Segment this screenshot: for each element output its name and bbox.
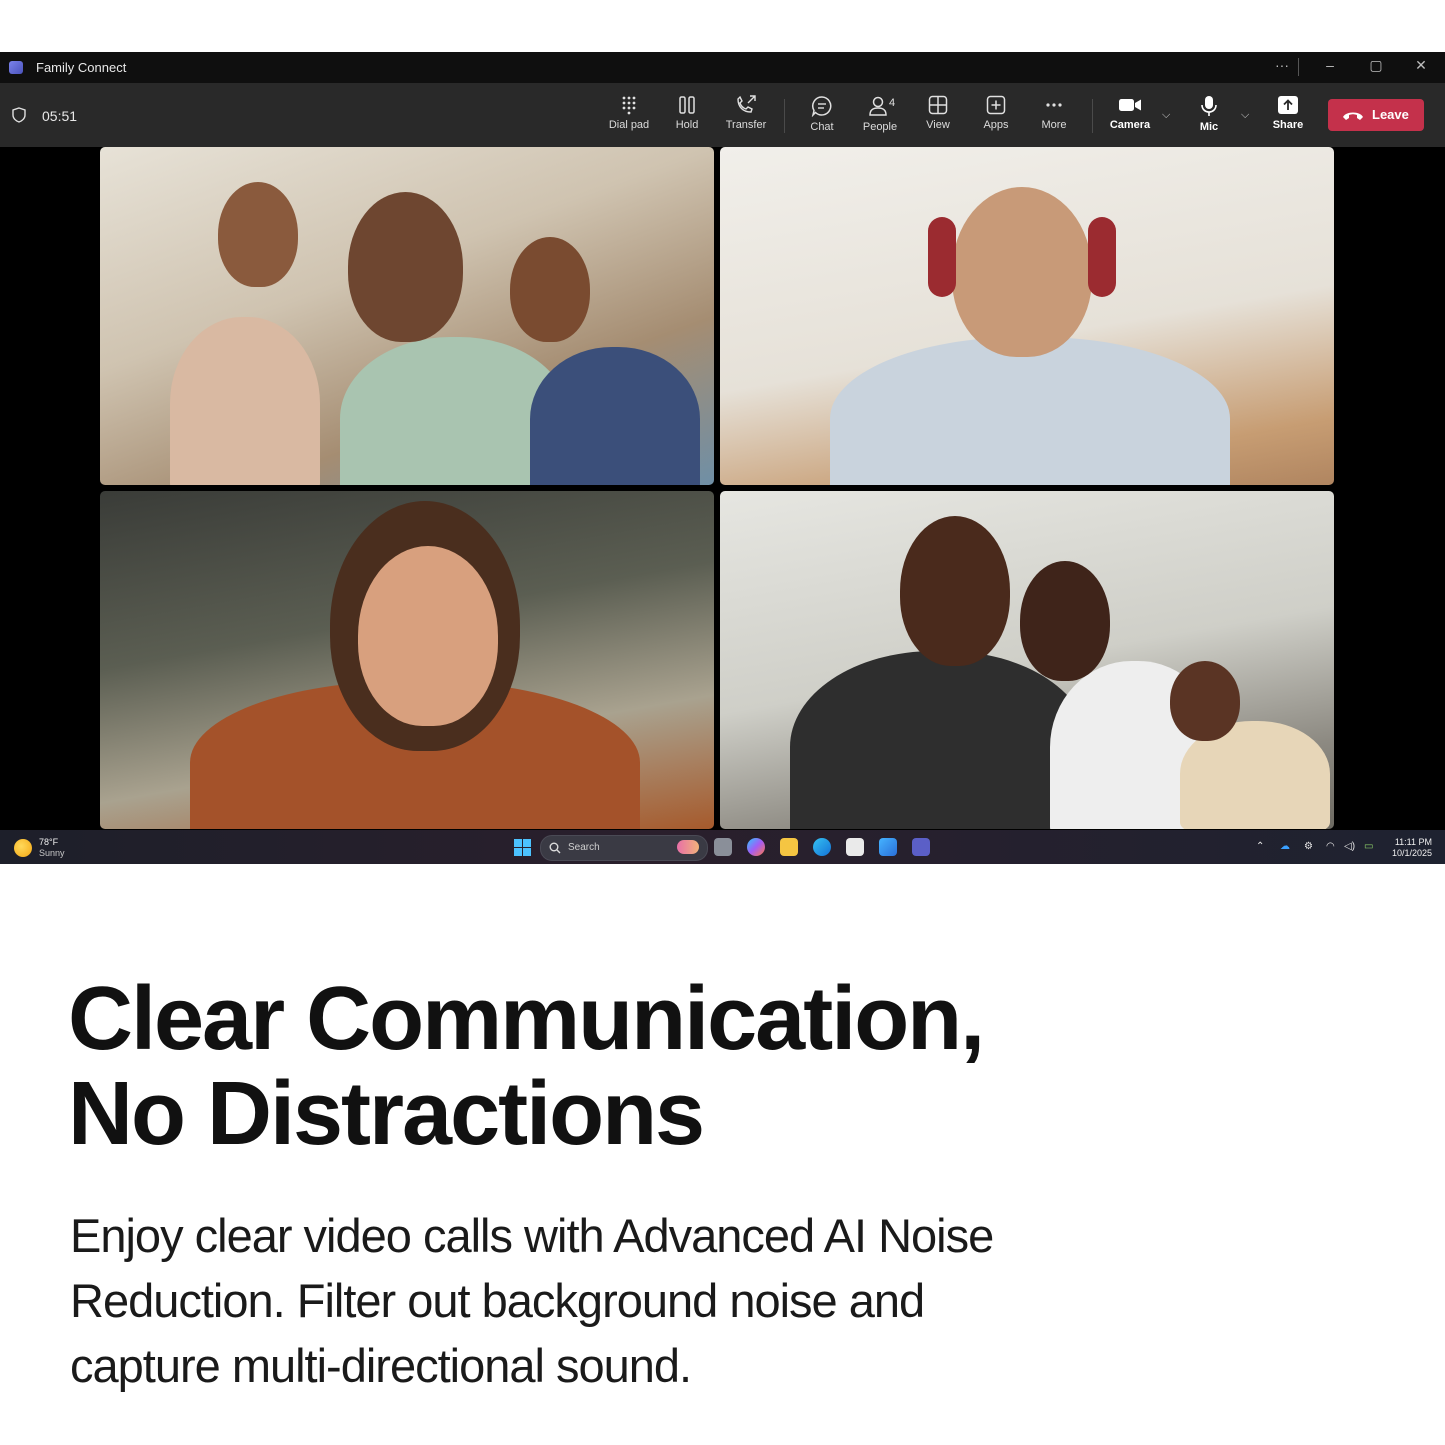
chat-icon xyxy=(811,96,832,117)
share-icon xyxy=(1278,96,1298,114)
more-icon xyxy=(1046,103,1062,107)
app-logo-icon xyxy=(9,61,23,74)
video-stage xyxy=(0,147,1445,830)
copilot-icon[interactable] xyxy=(747,838,765,856)
mic-button[interactable]: Mic xyxy=(1180,95,1238,139)
people-icon xyxy=(869,96,887,116)
leave-label: Leave xyxy=(1372,107,1409,122)
meeting-toolbar: 05:51 Dial pad Hold Transfer Chat 4 Peop… xyxy=(0,83,1445,147)
dialpad-icon xyxy=(622,96,636,115)
more-button[interactable]: More xyxy=(1025,95,1083,139)
transfer-button[interactable]: Transfer xyxy=(717,95,775,139)
weather-temperature[interactable]: 78°F xyxy=(39,837,58,847)
meeting-timer: 05:51 xyxy=(42,108,78,124)
more-options-icon[interactable]: ··· xyxy=(1270,57,1294,73)
chat-label: Chat xyxy=(810,121,834,133)
toolbar-divider xyxy=(784,99,785,133)
camera-options-chevron-down-icon[interactable]: ⌵ xyxy=(1162,109,1170,122)
transfer-label: Transfer xyxy=(725,119,767,131)
description-line: capture multi-directional sound. xyxy=(70,1339,692,1392)
search-placeholder: Search xyxy=(568,842,600,853)
hold-icon xyxy=(679,96,695,114)
file-explorer-icon[interactable] xyxy=(780,838,798,856)
mic-icon xyxy=(1201,96,1217,116)
headline-line: Clear Communication, xyxy=(68,969,985,1069)
share-button[interactable]: Share xyxy=(1259,95,1317,139)
minimize-icon[interactable]: – xyxy=(1318,57,1342,73)
hold-label: Hold xyxy=(675,119,699,131)
weather-sun-icon[interactable] xyxy=(14,839,32,857)
hold-button[interactable]: Hold xyxy=(658,95,716,139)
title-bar: Family Connect ··· – ▢ ✕ xyxy=(0,52,1445,83)
mic-options-chevron-down-icon[interactable]: ⌵ xyxy=(1241,109,1249,122)
toolbar-divider xyxy=(1092,99,1093,133)
people-count: 4 xyxy=(889,97,896,109)
view-icon xyxy=(928,95,948,115)
video-tile-woman[interactable] xyxy=(100,491,714,829)
headline: Clear Communication, No Distractions xyxy=(68,972,1368,1162)
video-tile-couple-baby[interactable] xyxy=(720,491,1334,829)
store-icon[interactable] xyxy=(846,838,864,856)
onedrive-icon[interactable]: ☁ xyxy=(1280,841,1290,852)
apps-icon xyxy=(986,95,1006,115)
shield-icon xyxy=(12,107,26,123)
mic-label: Mic xyxy=(1199,121,1219,133)
video-tile-family[interactable] xyxy=(100,147,714,485)
more-label: More xyxy=(1041,119,1067,131)
camera-label: Camera xyxy=(1109,119,1151,131)
app-icon[interactable] xyxy=(879,838,897,856)
view-label: View xyxy=(926,119,950,131)
participant-video xyxy=(100,147,714,485)
close-icon[interactable]: ✕ xyxy=(1409,57,1433,74)
screen: Family Connect ··· – ▢ ✕ 05:51 Dial pad xyxy=(0,52,1445,864)
description-line: Reduction. Filter out background noise a… xyxy=(70,1274,925,1327)
divider xyxy=(1298,58,1299,76)
share-label: Share xyxy=(1272,119,1304,131)
weather-condition[interactable]: Sunny xyxy=(39,848,65,858)
leave-button[interactable]: Leave xyxy=(1328,99,1424,131)
participant-video xyxy=(720,147,1334,485)
participant-video xyxy=(100,491,714,829)
apps-label: Apps xyxy=(983,119,1009,131)
camera-icon xyxy=(1119,99,1141,111)
transfer-icon xyxy=(737,95,756,113)
headline-line: No Distractions xyxy=(68,1064,705,1164)
people-label: People xyxy=(862,121,898,133)
taskbar-search-input[interactable]: Search xyxy=(540,835,708,861)
chat-button[interactable]: Chat xyxy=(793,95,851,139)
dial-pad-button[interactable]: Dial pad xyxy=(600,95,658,139)
maximize-icon[interactable]: ▢ xyxy=(1364,57,1388,74)
wifi-icon[interactable]: ◠ xyxy=(1326,841,1335,852)
hang-up-icon xyxy=(1343,112,1363,120)
description-line: Enjoy clear video calls with Advanced AI… xyxy=(70,1209,994,1262)
participant-video xyxy=(720,491,1334,829)
description: Enjoy clear video calls with Advanced AI… xyxy=(70,1203,1270,1398)
task-view-icon[interactable] xyxy=(714,838,732,856)
video-tile-man-headphones[interactable] xyxy=(720,147,1334,485)
edge-browser-icon[interactable] xyxy=(813,838,831,856)
volume-icon[interactable]: ◁) xyxy=(1344,841,1355,852)
battery-icon[interactable]: ▭ xyxy=(1364,841,1373,852)
clock-time[interactable]: 11:11 PM xyxy=(1390,837,1432,847)
taskbar: 78°F Sunny Search ⌃ ☁ ⚙ ◠ ◁) ▭ 11:11 PM … xyxy=(0,830,1445,864)
view-button[interactable]: View xyxy=(909,95,967,139)
clock-date[interactable]: 10/1/2025 xyxy=(1390,848,1432,858)
window-title: Family Connect xyxy=(36,60,127,75)
people-button[interactable]: 4 People xyxy=(851,95,909,139)
search-highlight-icon xyxy=(677,840,699,854)
apps-button[interactable]: Apps xyxy=(967,95,1025,139)
windows-start-icon[interactable] xyxy=(514,839,531,856)
show-hidden-icons-chevron-up-icon[interactable]: ⌃ xyxy=(1256,841,1264,852)
teams-icon[interactable] xyxy=(912,838,930,856)
search-icon xyxy=(549,842,561,854)
dial-pad-label: Dial pad xyxy=(608,119,650,131)
camera-button[interactable]: Camera xyxy=(1101,95,1159,139)
settings-icon[interactable]: ⚙ xyxy=(1304,841,1313,852)
